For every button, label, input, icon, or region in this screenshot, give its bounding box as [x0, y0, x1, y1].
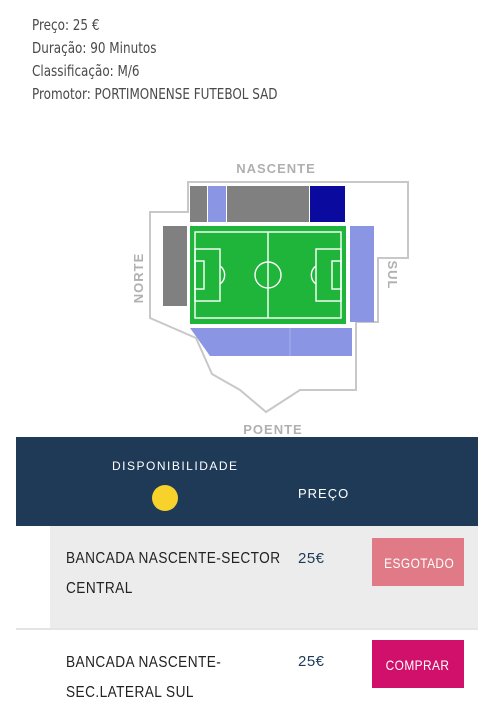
stand-norte[interactable] [163, 226, 187, 306]
event-info: Preço: 25 € Duração: 90 Minutos Classifi… [32, 14, 318, 106]
label-norte: NORTE [131, 253, 146, 304]
label-sul: SUL [385, 261, 400, 290]
event-classification: Classificação: M/6 [32, 62, 140, 80]
stand-nascente-sector-central[interactable] [227, 186, 309, 222]
event-promoter: Promotor: PORTIMONENSE FUTEBOL SAD [32, 85, 278, 103]
ticket-row: BANCADA NASCENTE- SEC.LATERAL SUL 25€ CO… [16, 628, 478, 722]
ticket-row-price: 25€ [298, 653, 325, 670]
ticket-row-label: BANCADA NASCENTE-SECTOR CENTRAL [66, 550, 281, 597]
ticket-row-label: BANCADA NASCENTE- SEC.LATERAL SUL [66, 654, 222, 701]
label-nascente: NASCENTE [236, 161, 316, 176]
availability-header: DISPONIBILIDADE PREÇO [16, 437, 478, 526]
stand-sul[interactable] [350, 226, 374, 322]
label-poente: POENTE [243, 422, 302, 437]
event-duration: Duração: 90 Minutos [32, 39, 157, 57]
stand-nascente-lateral-norte[interactable] [190, 186, 207, 222]
stand-nascente-lateral-sul[interactable] [310, 186, 345, 222]
stadium-map: NASCENTE POENTE NORTE SUL [0, 150, 492, 440]
pitch [190, 226, 346, 324]
ticket-row-price: 25€ [298, 550, 325, 567]
price-column-title: PREÇO [298, 486, 350, 501]
ticket-row: BANCADA NASCENTE-SECTOR CENTRAL 25€ ESGO… [16, 526, 478, 628]
sold-out-button[interactable]: ESGOTADO [372, 538, 464, 586]
stand-nascente-lateral-norte-2[interactable] [208, 186, 226, 222]
availability-status-dot [152, 485, 178, 511]
availability-title: DISPONIBILIDADE [112, 459, 239, 473]
event-price: Preço: 25 € [32, 16, 100, 34]
buy-button[interactable]: COMPRAR [372, 640, 464, 688]
stand-poente[interactable] [190, 328, 352, 356]
